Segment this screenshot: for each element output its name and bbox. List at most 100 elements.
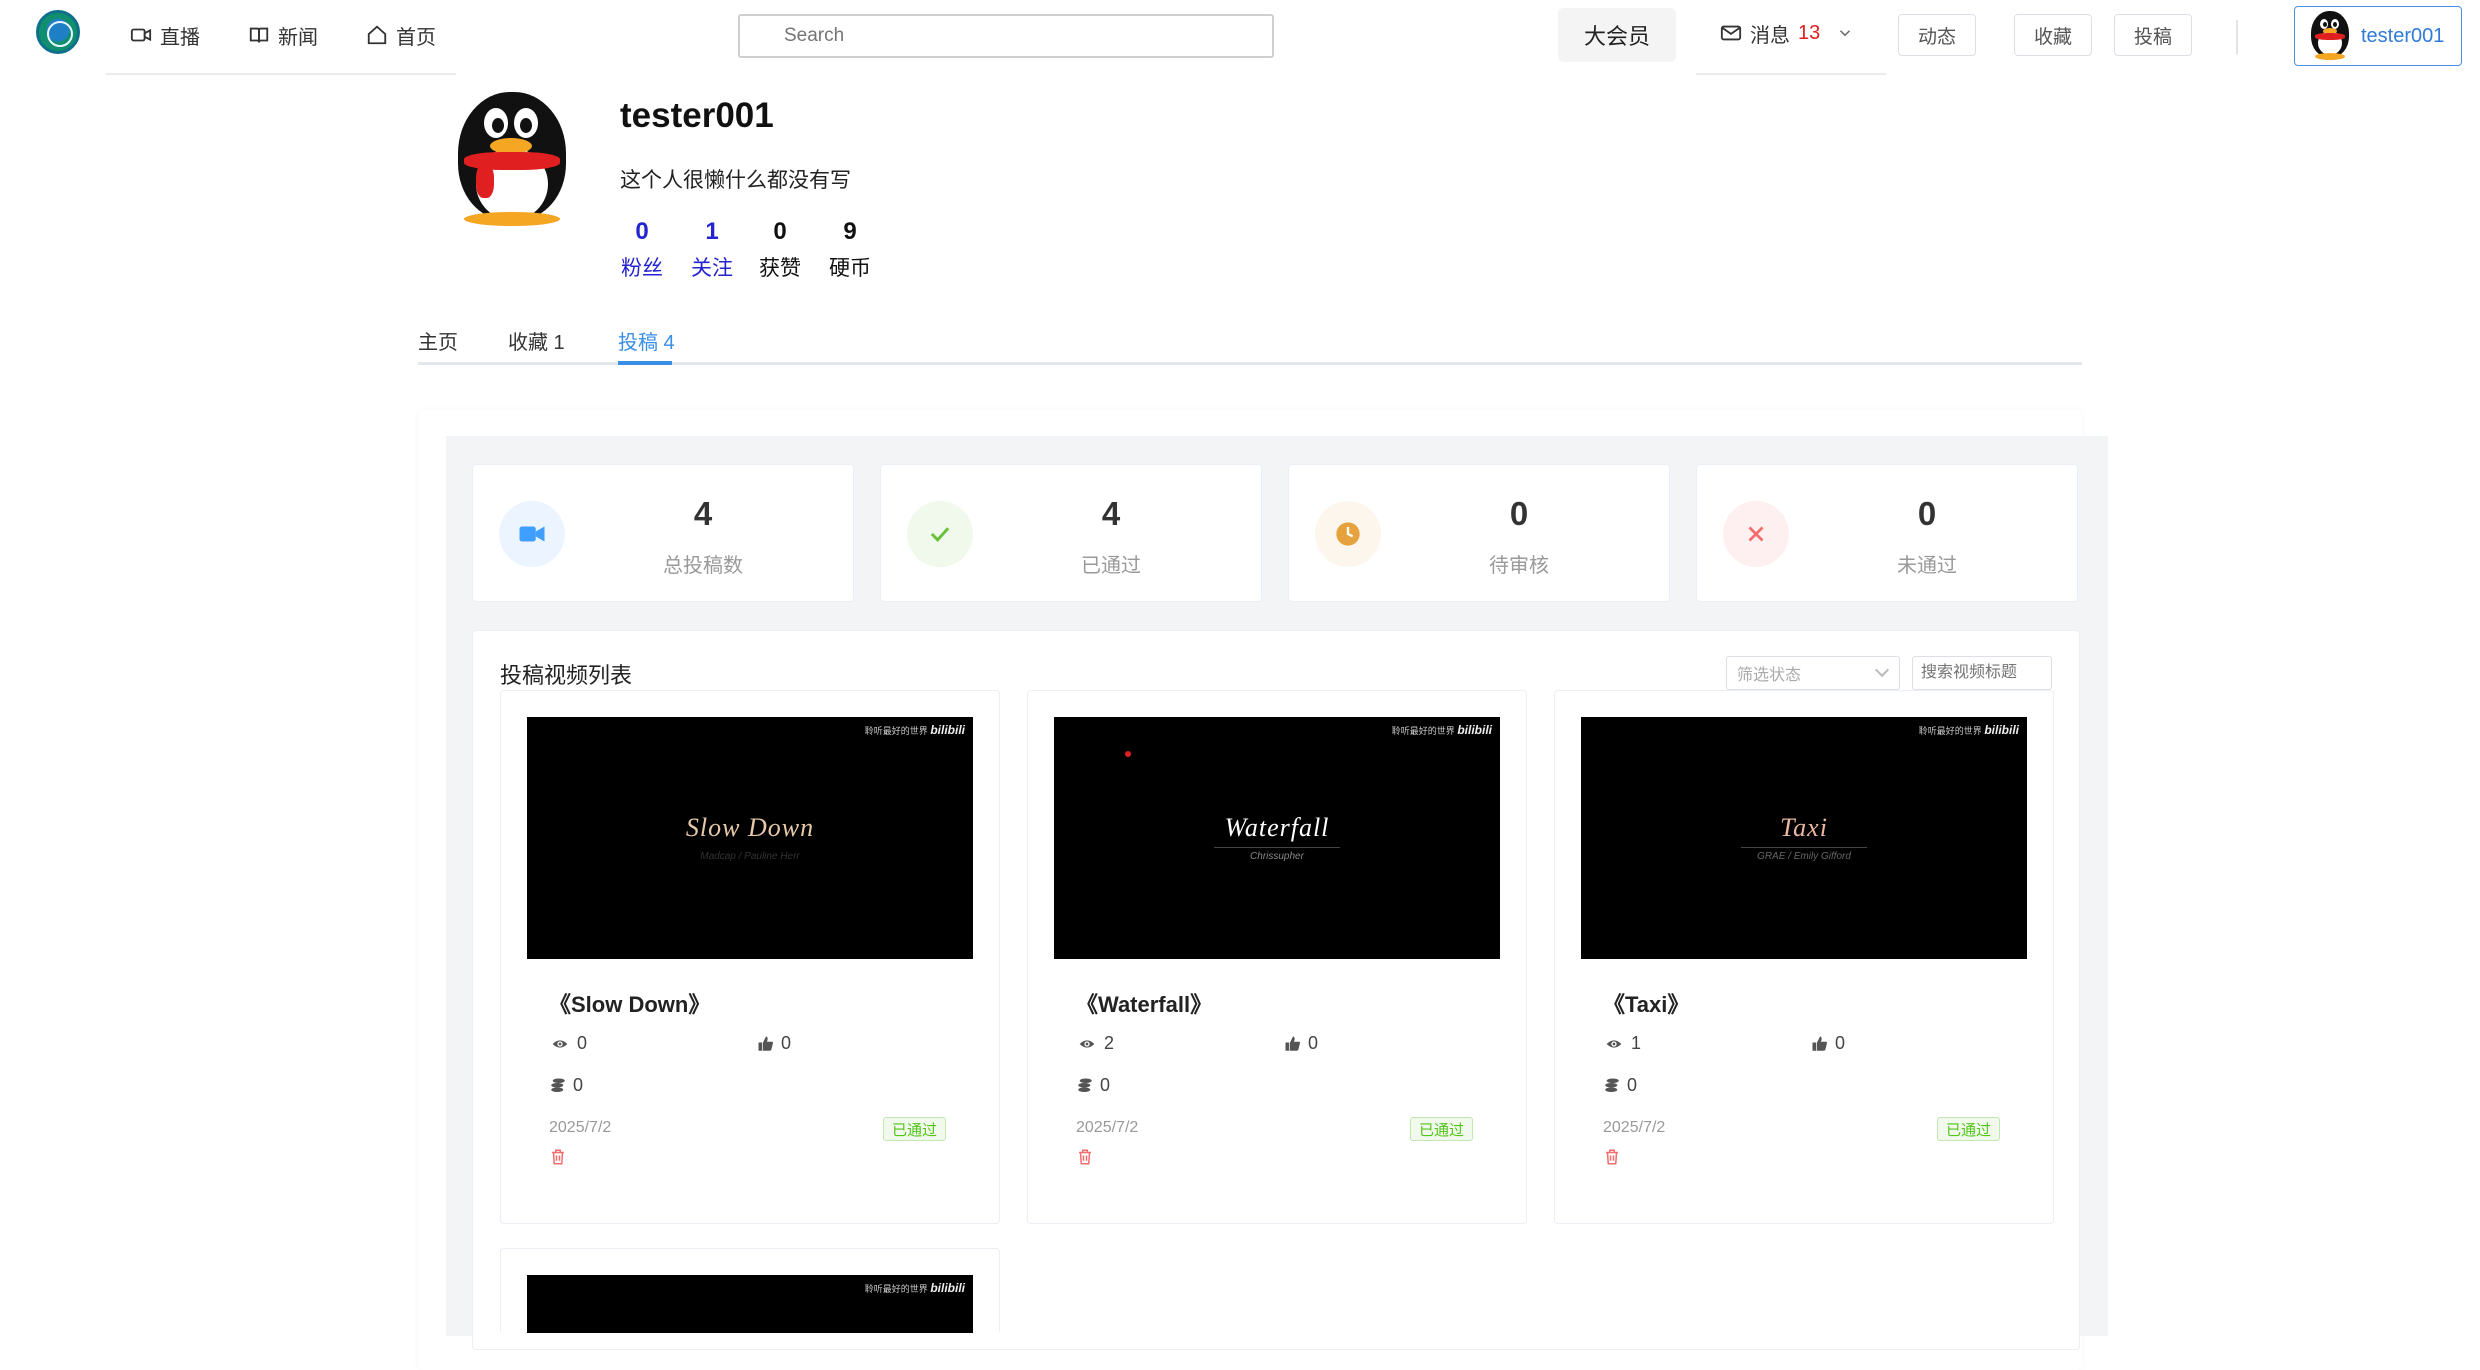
close-icon <box>1723 501 1789 567</box>
thumbnail-subtitle: Madcap / Pauline Herr <box>700 851 800 862</box>
status-badge: 已通过 <box>883 1117 947 1141</box>
video-card[interactable]: 聆听最好的世界 bilibili Taxi GRAE / Emily Giffo… <box>1554 690 2054 1224</box>
eye-icon <box>1606 1039 1622 1048</box>
stat-likes-value: 0 <box>773 218 787 245</box>
thumbs-up-icon <box>1285 1036 1300 1051</box>
video-card[interactable]: 聆听最好的世界 bilibili <box>500 1248 1000 1333</box>
thumbnail-title: Taxi <box>1780 813 1828 842</box>
thumbnail-subtitle: Chrissupher <box>1250 851 1304 862</box>
nav-live[interactable]: 直播 <box>130 20 200 50</box>
video-date: 2025/7/2 <box>549 1119 612 1136</box>
video-card[interactable]: 聆听最好的世界 bilibili Slow Down Madcap / Paul… <box>500 690 1000 1224</box>
video-card[interactable]: 聆听最好的世界 bilibili Waterfall Chrissupher 《… <box>1027 690 1527 1224</box>
tab-home[interactable]: 主页 <box>418 326 458 355</box>
summary-card-pending: 0 待审核 <box>1288 464 1670 602</box>
video-title[interactable]: 《Slow Down》 <box>549 987 710 1019</box>
stat-followers-label: 粉丝 <box>621 257 663 280</box>
stat-followers[interactable]: 0 粉丝 <box>612 218 672 282</box>
video-date: 2025/7/2 <box>1603 1119 1666 1136</box>
stat-coins: 9 硬币 <box>820 218 880 282</box>
check-icon <box>907 501 973 567</box>
user-avatar-icon <box>2307 11 2353 61</box>
profile-username: tester001 <box>620 96 774 135</box>
book-icon <box>249 27 269 43</box>
top-navbar: 直播 新闻 首页 大会员 消息 13 动态 收藏 投稿 tester001 <box>0 0 2480 76</box>
upload-button[interactable]: 投稿 <box>2114 14 2192 56</box>
trash-icon[interactable] <box>549 1147 567 1167</box>
status-filter-placeholder: 筛选状态 <box>1737 667 1802 684</box>
video-thumbnail[interactable]: 聆听最好的世界 bilibili Taxi GRAE / Emily Giffo… <box>1581 717 2027 959</box>
profile-avatar[interactable] <box>446 92 578 228</box>
dynamic-button[interactable]: 动态 <box>1898 14 1976 56</box>
coins-icon <box>1605 1078 1619 1092</box>
video-likes: 0 <box>1811 1033 1845 1054</box>
video-coins: 0 <box>1603 1075 1637 1096</box>
summary-rejected-label: 未通过 <box>1897 555 1957 577</box>
watermark: 聆听最好的世界 bilibili <box>1918 723 2019 737</box>
status-badge: 已通过 <box>1410 1117 1474 1141</box>
watermark: 聆听最好的世界 bilibili <box>1391 723 1492 737</box>
nav-news-label: 新闻 <box>278 26 318 49</box>
summary-approved-value: 4 <box>1101 495 1121 532</box>
messages-count-badge: 13 <box>1798 21 1821 44</box>
summary-card-approved: 4 已通过 <box>880 464 1262 602</box>
video-title-search-input[interactable] <box>1912 656 2052 690</box>
video-thumbnail[interactable]: 聆听最好的世界 bilibili <box>527 1275 973 1333</box>
home-icon <box>367 25 387 45</box>
coins-icon <box>551 1078 565 1092</box>
trash-icon[interactable] <box>1076 1147 1094 1167</box>
search-input[interactable] <box>738 14 1274 58</box>
nav-divider <box>106 73 456 75</box>
site-logo-icon[interactable] <box>36 10 80 54</box>
chevron-down-icon <box>1840 30 1851 37</box>
summary-rejected-value: 0 <box>1917 495 1937 532</box>
chevron-down-icon <box>1874 662 1890 678</box>
video-title[interactable]: 《Waterfall》 <box>1076 987 1212 1019</box>
thumbnail-subtitle: GRAE / Emily Gifford <box>1757 851 1851 862</box>
stat-coins-label: 硬币 <box>829 257 871 280</box>
thumbnail-title: Slow Down <box>685 813 815 842</box>
video-likes: 0 <box>757 1033 791 1054</box>
trash-icon[interactable] <box>1603 1147 1621 1167</box>
thumbnail-divider <box>1741 847 1867 848</box>
coins-icon <box>1078 1078 1092 1092</box>
vip-button[interactable]: 大会员 <box>1558 8 1676 62</box>
watermark: 聆听最好的世界 bilibili <box>864 1281 965 1295</box>
video-views: 0 <box>549 1033 587 1054</box>
profile-bio: 这个人很懒什么都没有写 <box>620 169 851 192</box>
stat-following-label: 关注 <box>691 257 733 280</box>
summary-card-total: 4 总投稿数 <box>472 464 854 602</box>
status-filter-select[interactable]: 筛选状态 <box>1726 656 1900 690</box>
video-thumbnail[interactable]: 聆听最好的世界 bilibili Waterfall Chrissupher <box>1054 717 1500 959</box>
tab-favorites[interactable]: 收藏 1 <box>508 326 565 355</box>
favorites-button[interactable]: 收藏 <box>2014 14 2092 56</box>
nav-news[interactable]: 新闻 <box>248 20 318 50</box>
video-coins: 0 <box>549 1075 583 1096</box>
tab-uploads[interactable]: 投稿 4 <box>618 326 675 355</box>
video-date: 2025/7/2 <box>1076 1119 1139 1136</box>
nav-separator <box>2236 20 2238 54</box>
video-coins: 0 <box>1076 1075 1110 1096</box>
video-title[interactable]: 《Taxi》 <box>1603 987 1689 1019</box>
user-menu-name: tester001 <box>2361 24 2445 47</box>
eye-icon <box>1079 1039 1095 1048</box>
video-camera-icon <box>130 28 152 42</box>
stat-likes-label: 获赞 <box>759 257 801 280</box>
summary-total-label: 总投稿数 <box>663 555 743 577</box>
thumbnail-divider <box>1214 847 1340 848</box>
video-thumbnail[interactable]: 聆听最好的世界 bilibili Slow Down Madcap / Paul… <box>527 717 973 959</box>
stat-following[interactable]: 1 关注 <box>682 218 742 282</box>
stat-followers-value: 0 <box>635 218 649 245</box>
stat-coins-value: 9 <box>843 218 857 245</box>
stat-following-value: 1 <box>705 218 719 245</box>
messages-divider <box>1696 73 1886 75</box>
nav-home-label: 首页 <box>396 26 436 49</box>
nav-home[interactable]: 首页 <box>366 20 436 50</box>
messages-dropdown[interactable]: 消息 13 <box>1720 18 1854 48</box>
thumbs-up-icon <box>758 1036 773 1051</box>
video-icon <box>499 501 565 567</box>
video-views: 1 <box>1603 1033 1641 1054</box>
user-menu-button[interactable]: tester001 <box>2294 6 2462 66</box>
tab-active-indicator <box>618 361 672 365</box>
video-views: 2 <box>1076 1033 1114 1054</box>
